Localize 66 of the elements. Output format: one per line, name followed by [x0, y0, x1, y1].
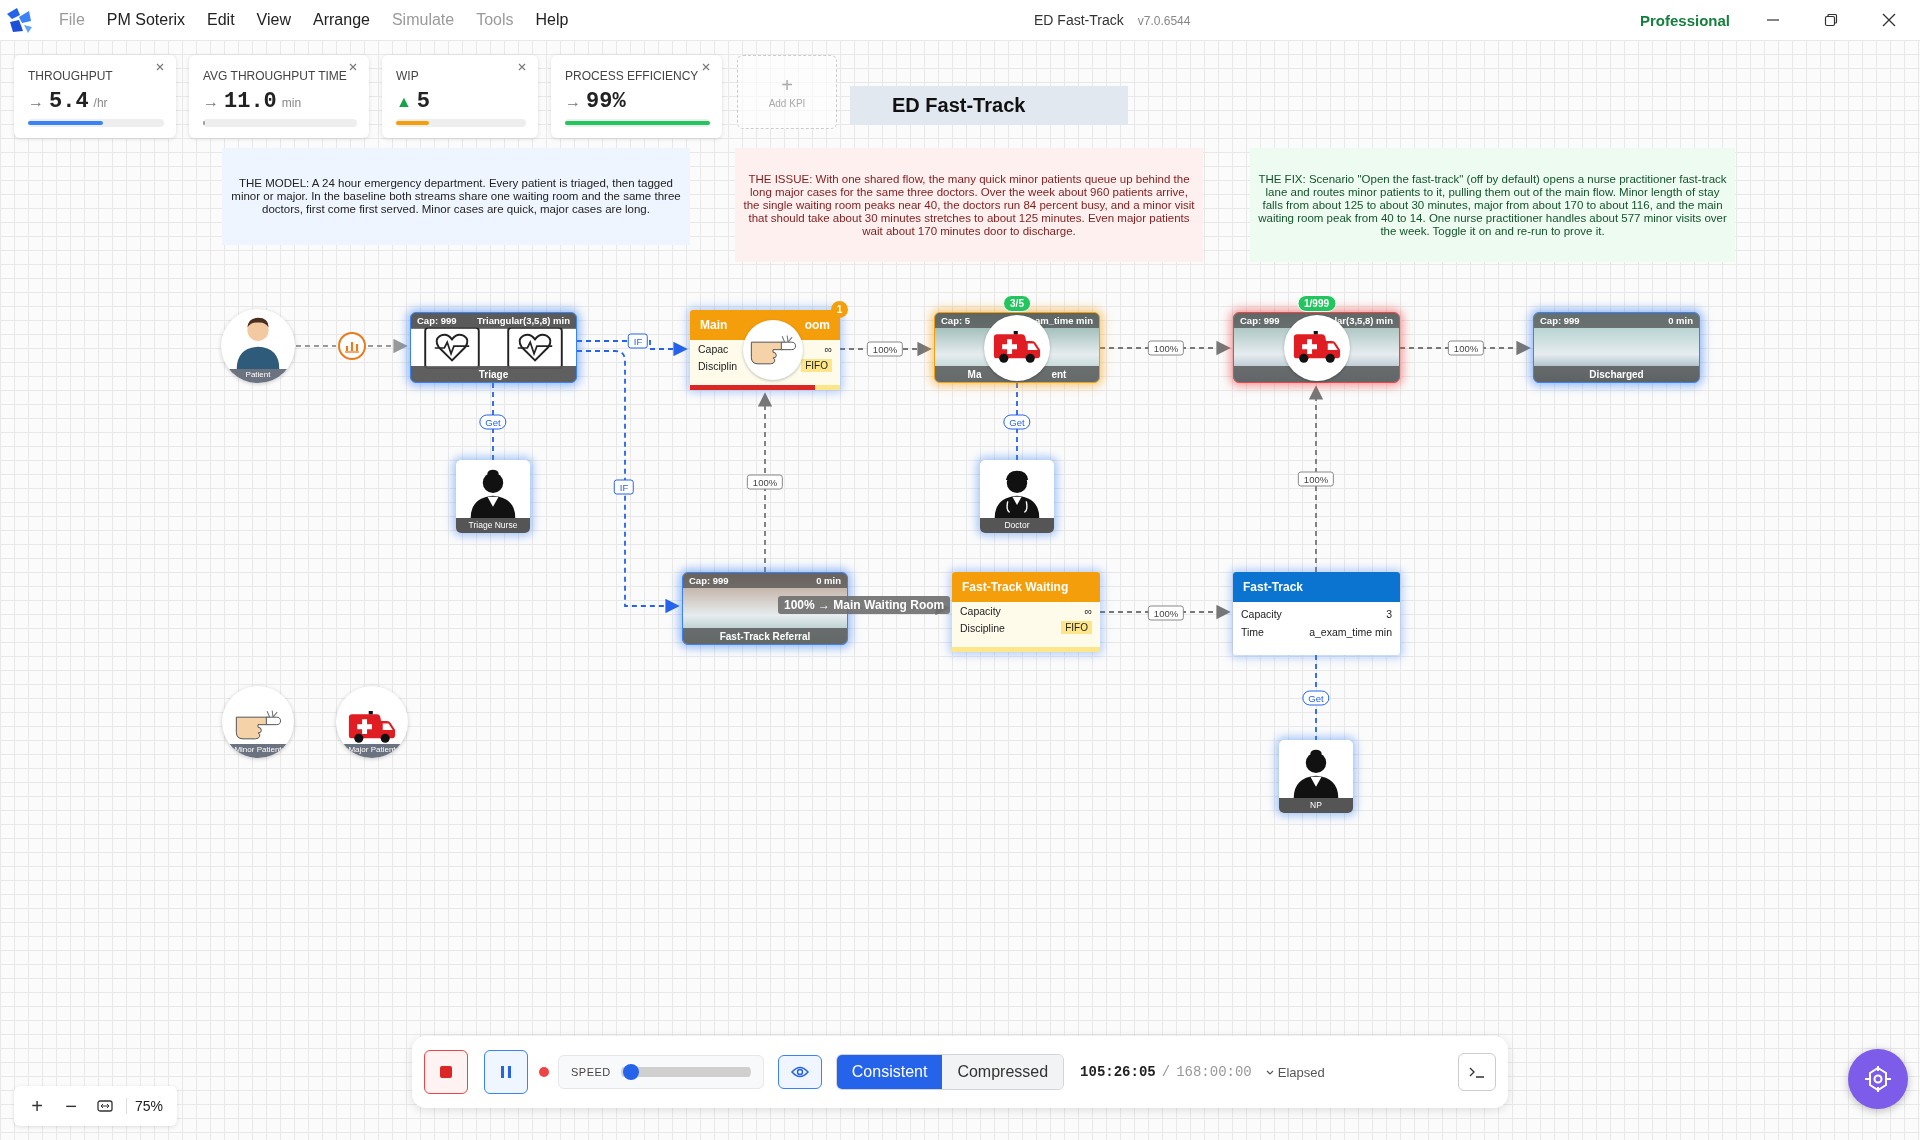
version-label: v7.0.6544: [1137, 14, 1191, 28]
duration-label: am_time min: [1034, 315, 1093, 326]
node-label: Triage Nurse: [456, 518, 530, 533]
window-title: ED Fast-Track: [1034, 12, 1124, 28]
canvas-title: ED Fast-Track: [850, 86, 1128, 125]
edition-label: Professional: [1639, 11, 1730, 29]
field-value: 3: [1386, 608, 1392, 620]
kpi-value: 5: [416, 89, 431, 114]
field-label: Disciplin: [698, 359, 738, 372]
node-title: oom: [804, 318, 830, 332]
duration-label: Triangular(3,5,8) min: [477, 315, 570, 326]
node-title: Main: [700, 318, 728, 332]
node-label: Discharged: [1589, 368, 1644, 380]
field-value: a_exam_time min: [1309, 626, 1392, 638]
kpi-value: 99%: [586, 89, 626, 114]
field-value: ∞: [824, 343, 832, 355]
field-value: ∞: [1084, 605, 1092, 617]
trend-indicator: →: [565, 93, 581, 111]
zoom-level: 75%: [126, 1098, 172, 1114]
node-label: NP: [1279, 798, 1353, 813]
field-label: Capacity: [960, 605, 1001, 617]
capacity-label: Cap: 999: [1240, 315, 1280, 326]
add-kpi-label: Add KPI: [768, 97, 806, 109]
capacity-label: Cap: 5: [941, 315, 971, 326]
field-label: Capacity: [1241, 608, 1282, 620]
note-text: THE FIX: Scenario "Open the fast-track" (off by default) opens a nurse practitioner fast-track lane and routes minor patients to it, pulling them out of the main flow. Minor length of stay falls from about 125 to about 30 minutes, major from about 170 to about 116, and the main waiting room peak from 40 to 14. One nurse practitioner handles about 577 minor visits over the week. Toggle it on and re-run to prove it.: [1250, 148, 1735, 262]
node-label: ent: [1051, 368, 1067, 380]
trend-indicator: →: [28, 93, 44, 111]
trend-indicator: →: [203, 93, 219, 111]
kpi-value: 5.4: [49, 89, 89, 114]
field-value: FIFO: [1061, 621, 1092, 634]
kpi-unit: /hr: [93, 96, 108, 110]
kpi-title: AVG THROUGHPUT TIME: [203, 69, 347, 83]
count-badge: 3/5: [1003, 295, 1031, 312]
note-text: THE MODEL: A 24 hour emergency department. Every patient is triaged, then tagged minor or major. In the baseline both streams share one waiting room and the same three doctors, first come first served. Minor cases are quick, major cases are long.: [222, 148, 690, 245]
field-label: Capac: [698, 343, 729, 355]
trend-indicator: ▲: [396, 93, 412, 111]
node-label: Fast-Track Referral: [719, 630, 811, 642]
time-separator: /: [1161, 1064, 1171, 1080]
kpi-title: THROUGHPUT: [28, 69, 113, 83]
speed-label: SPEED: [571, 1066, 611, 1078]
capacity-label: Cap: 999: [417, 315, 457, 326]
kpi-title: WIP: [396, 69, 419, 83]
plus-icon: +: [781, 75, 793, 94]
capacity-label: Cap: 999: [1540, 315, 1580, 326]
duration-label: 0 min: [816, 575, 841, 586]
capacity-label: Cap: 999: [689, 575, 729, 586]
total-time: 168:00:00: [1176, 1064, 1252, 1080]
duration-label: 0 min: [1668, 315, 1693, 326]
node-title: Fast-Track: [1243, 580, 1304, 594]
kpi-unit: min: [281, 96, 302, 110]
kpi-title: PROCESS EFFICIENCY: [565, 69, 699, 83]
field-label: Discipline: [960, 621, 1005, 634]
kpi-value: 11.0: [224, 89, 277, 114]
note-text: THE ISSUE: With one shared flow, the many quick minor patients queue up behind the long major cases for the same three doctors. Over the week about 960 patients arrive, the single waiting room peaks near 40, the doctors run 84 percent busy, and a minor visit that should take about 30 minutes stretches to about 125 minutes. Even major patients wait about 170 minutes door to discharge.: [735, 148, 1203, 262]
field-label: Time: [1241, 626, 1264, 638]
field-value: FIFO: [801, 359, 832, 372]
count-badge: 1: [831, 301, 848, 318]
node-label: Ma: [967, 368, 982, 380]
drop-tooltip: 100% → Main Waiting Room: [778, 596, 951, 614]
node-title: Fast-Track Waiting: [962, 580, 1069, 594]
count-badge: 1/999: [1297, 295, 1336, 312]
elapsed-time: 105:26:05: [1080, 1064, 1156, 1080]
node-label: Doctor: [980, 518, 1054, 533]
clock-mode-label: Elapsed: [1277, 1064, 1325, 1080]
node-label: Triage: [478, 368, 509, 380]
